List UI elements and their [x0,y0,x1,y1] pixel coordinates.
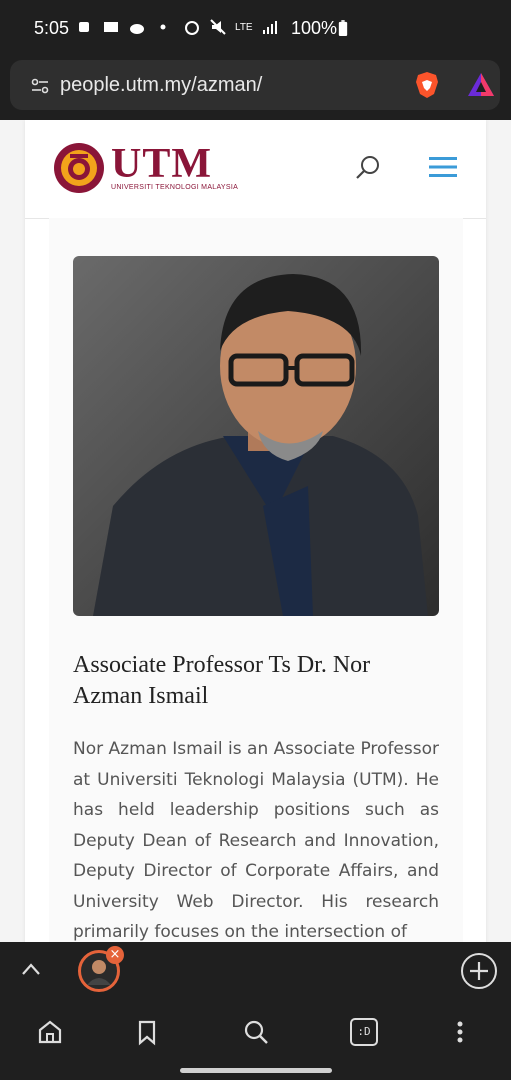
browser-toolbar: people.utm.my/azman/ [0,58,511,120]
search-icon[interactable] [355,154,381,180]
teams-icon [79,22,89,32]
reddit-icon [130,24,144,34]
battery-percent: 100% [291,18,338,38]
search-icon[interactable] [242,1018,270,1046]
battery-icon [338,20,348,36]
site-settings-icon[interactable] [30,76,50,96]
signal-icon [262,21,277,34]
alarm-icon [185,21,199,35]
brave-shields-icon[interactable] [412,70,442,100]
profile-name: Associate Professor Ts Dr. Nor Azman Ism… [73,652,371,709]
network-label: LTE [235,21,253,33]
home-indicator[interactable] [180,1068,332,1073]
hamburger-menu-icon[interactable] [429,156,457,178]
more-dot-icon [160,24,166,30]
profile-bio: Nor Azman Ismail is an Associate Profess… [73,739,439,942]
web-page: UTM UNIVERSITI TEKNOLOGI MALAYSIA Associ… [0,120,511,942]
notification-icons [76,18,172,36]
site-logo-text[interactable]: UTM [111,140,212,188]
tabs-switcher-button[interactable]: :D [350,1018,378,1046]
close-tab-button[interactable]: × [106,946,124,964]
mute-icon [210,19,226,35]
url-text[interactable]: people.utm.my/azman/ [60,74,262,97]
status-time: 5:05 [34,18,70,38]
page-card: UTM UNIVERSITI TEKNOLOGI MALAYSIA Associ… [25,120,486,942]
site-logo-subtitle: UNIVERSITI TEKNOLOGI MALAYSIA [111,184,239,191]
utm-emblem-icon[interactable] [53,142,105,194]
home-icon[interactable] [36,1018,64,1046]
profile-portrait [93,274,428,616]
new-tab-icon[interactable] [460,952,498,990]
status-bar: 5:05 LTE 100% [0,0,511,58]
tab-strip: × [0,942,511,1002]
site-header: UTM UNIVERSITI TEKNOLOGI MALAYSIA [25,120,486,219]
news-icon [104,22,118,32]
bookmark-icon[interactable] [133,1018,161,1046]
brave-rewards-icon[interactable] [466,70,496,100]
more-options-icon[interactable] [446,1018,474,1046]
profile-photo [73,256,439,616]
address-bar[interactable]: people.utm.my/azman/ [10,60,500,110]
bottom-navigation: :D [0,1002,511,1080]
system-icons: LTE [183,18,279,36]
chevron-up-icon[interactable] [20,960,42,978]
profile-section: Associate Professor Ts Dr. Nor Azman Ism… [49,218,463,942]
